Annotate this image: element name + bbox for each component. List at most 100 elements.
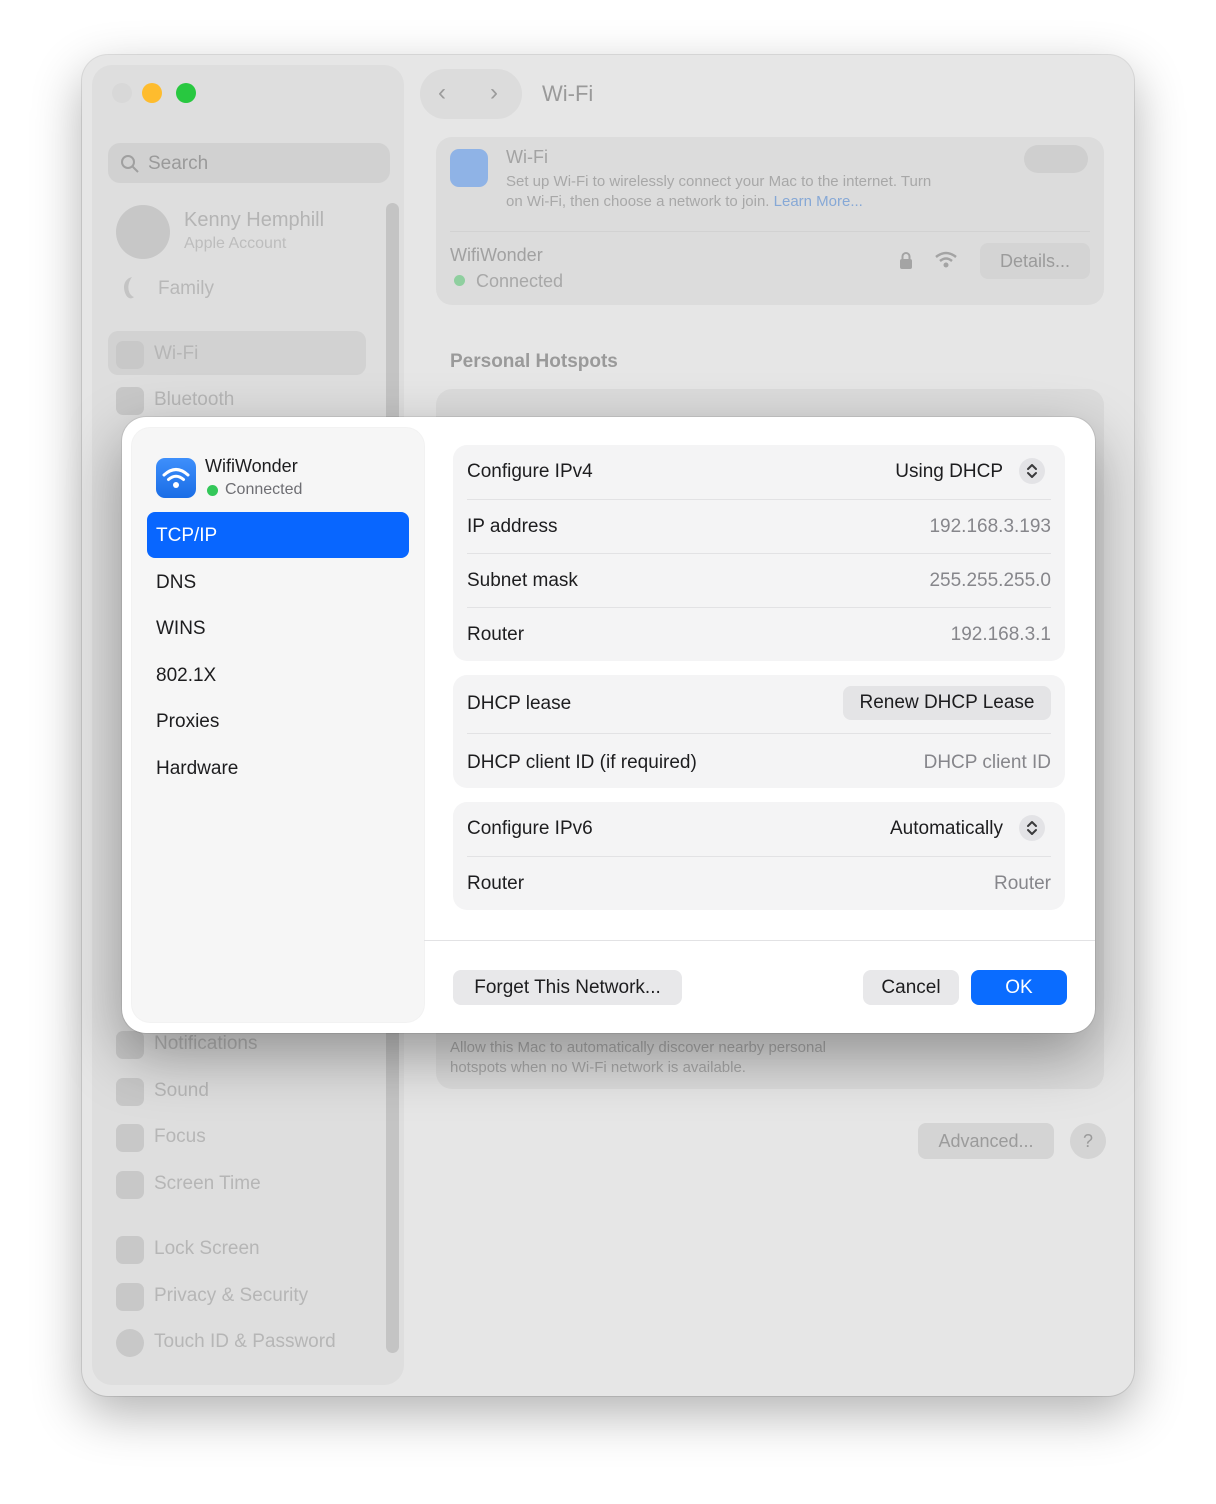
- hand-icon: [116, 1283, 144, 1311]
- speaker-icon: [116, 1078, 144, 1106]
- wifi-description-line2: on Wi-Fi, then choose a network to join.…: [506, 193, 863, 210]
- advanced-button[interactable]: Advanced...: [918, 1123, 1054, 1159]
- ipv6-router-field[interactable]: Router: [994, 873, 1051, 895]
- page-title: Wi-Fi: [542, 81, 594, 106]
- sidebar-item-wifi[interactable]: Wi-Fi: [108, 331, 366, 375]
- forget-network-button[interactable]: Forget This Network...: [453, 970, 682, 1005]
- wifi-toggle[interactable]: [1024, 145, 1088, 173]
- sidebar-item-screen-time[interactable]: Screen Time: [108, 1161, 366, 1205]
- subnet-mask-label: Subnet mask: [467, 570, 578, 591]
- section-title: Personal Hotspots: [450, 351, 618, 372]
- sidebar-item-touch-id[interactable]: Touch ID & Password: [108, 1319, 366, 1363]
- ipv4-group: Configure IPv4 Using DHCP IP address 192…: [453, 445, 1065, 661]
- configure-ipv6-value[interactable]: Automatically: [890, 818, 1003, 840]
- tab-label: TCP/IP: [156, 525, 218, 546]
- status-dot: [454, 275, 465, 286]
- wifi-description-line1: Set up Wi-Fi to wirelessly connect your …: [506, 173, 932, 190]
- configure-ipv6-label: Configure IPv6: [467, 818, 593, 839]
- ip-address-row: IP address 192.168.3.193: [467, 500, 1051, 553]
- sidebar-item-privacy-security[interactable]: Privacy & Security: [108, 1273, 366, 1317]
- dhcp-client-id-field[interactable]: DHCP client ID: [924, 752, 1051, 774]
- avatar[interactable]: [116, 205, 170, 259]
- router-row: Router 192.168.3.1: [467, 608, 1051, 661]
- sidebar-item-bluetooth[interactable]: Bluetooth: [108, 377, 366, 421]
- lock-icon: [116, 1236, 144, 1264]
- dhcp-lease-label: DHCP lease: [467, 693, 572, 714]
- sidebar-item-lock-screen[interactable]: Lock Screen: [108, 1226, 366, 1270]
- network-details-dialog: WifiWonder Connected TCP/IP DNS WINS 802…: [122, 417, 1095, 1033]
- close-window-button[interactable]: [112, 83, 132, 103]
- configure-ipv4-label: Configure IPv4: [467, 461, 593, 482]
- tab-hardware[interactable]: Hardware: [147, 745, 409, 791]
- dhcp-client-id-label: DHCP client ID (if required): [467, 752, 697, 773]
- wifi-description-text: on Wi-Fi, then choose a network to join.: [506, 193, 770, 210]
- ipv6-group: Configure IPv6 Automatically Router Rout…: [453, 802, 1065, 910]
- subnet-mask-value: 255.255.255.0: [929, 570, 1051, 591]
- tab-label: Hardware: [156, 758, 239, 779]
- dhcp-client-id-row[interactable]: DHCP client ID (if required) DHCP client…: [467, 736, 1051, 789]
- sidebar-item-label: Privacy & Security: [154, 1285, 309, 1306]
- subnet-mask-row: Subnet mask 255.255.255.0: [467, 554, 1051, 607]
- sidebar-item-label: Focus: [154, 1126, 206, 1147]
- sidebar-search[interactable]: Search: [108, 143, 390, 183]
- details-button[interactable]: Details...: [980, 243, 1090, 279]
- network-status: Connected: [476, 271, 564, 291]
- ipv6-router-row[interactable]: Router Router: [467, 857, 1051, 910]
- profile-subtitle: Apple Account: [184, 235, 287, 252]
- tab-dns[interactable]: DNS: [147, 559, 409, 605]
- tab-label: Proxies: [156, 711, 220, 732]
- configure-ipv4-row[interactable]: Configure IPv4 Using DHCP: [467, 445, 1051, 498]
- sidebar-item-label: Touch ID & Password: [154, 1331, 336, 1352]
- bluetooth-icon: [116, 387, 144, 415]
- wifi-icon: [450, 149, 488, 187]
- fingerprint-icon: [116, 1329, 144, 1357]
- tab-802-1x[interactable]: 802.1X: [147, 652, 409, 698]
- search-icon: [121, 155, 139, 173]
- sidebar-item-label: Screen Time: [154, 1173, 261, 1194]
- search-placeholder: Search: [148, 153, 209, 174]
- router-value: 192.168.3.1: [950, 624, 1051, 645]
- ip-address-value: 192.168.3.193: [929, 516, 1051, 537]
- status-dot: [207, 485, 218, 496]
- tab-label: 802.1X: [156, 665, 217, 686]
- hourglass-icon: [116, 1171, 144, 1199]
- chevron-updown-icon[interactable]: [1019, 458, 1045, 484]
- wifi-icon: [156, 458, 196, 498]
- minimize-window-button[interactable]: [142, 83, 162, 103]
- tab-label: WINS: [156, 618, 206, 639]
- ipv6-router-label: Router: [467, 873, 525, 894]
- sidebar-item-sound[interactable]: Sound: [108, 1068, 366, 1112]
- wifi-panel: Wi-Fi Set up Wi-Fi to wirelessly connect…: [436, 137, 1104, 305]
- ok-button[interactable]: OK: [971, 970, 1067, 1005]
- zoom-window-button[interactable]: [176, 83, 196, 103]
- cancel-button[interactable]: Cancel: [863, 970, 959, 1005]
- sidebar-item-focus[interactable]: Focus: [108, 1114, 366, 1158]
- dialog-sidebar: WifiWonder Connected TCP/IP DNS WINS 802…: [132, 428, 424, 1022]
- help-button[interactable]: ?: [1070, 1123, 1106, 1159]
- sidebar-item-family[interactable]: Family: [158, 278, 214, 300]
- network-status: Connected: [225, 481, 303, 498]
- configure-ipv4-value[interactable]: Using DHCP: [895, 461, 1003, 483]
- network-name: WifiWonder: [450, 245, 543, 265]
- dhcp-group: DHCP lease Renew DHCP Lease DHCP client …: [453, 675, 1065, 788]
- wifi-title: Wi-Fi: [506, 147, 548, 167]
- navigation-buttons: ‹ ›: [420, 69, 522, 119]
- hotspot-note-line2: hotspots when no Wi-Fi network is availa…: [450, 1059, 746, 1076]
- chevron-updown-icon[interactable]: [1019, 815, 1045, 841]
- learn-more-link[interactable]: Learn More...: [774, 193, 863, 210]
- ip-address-label: IP address: [467, 516, 558, 537]
- forward-button[interactable]: ›: [490, 79, 498, 107]
- tab-wins[interactable]: WINS: [147, 605, 409, 651]
- router-label: Router: [467, 624, 525, 645]
- configure-ipv6-row[interactable]: Configure IPv6 Automatically: [467, 802, 1051, 855]
- renew-dhcp-lease-button[interactable]: Renew DHCP Lease: [843, 686, 1051, 720]
- footer-divider: [424, 940, 1095, 941]
- divider: [467, 733, 1051, 734]
- back-button[interactable]: ‹: [438, 79, 446, 107]
- moon-icon: [116, 1124, 144, 1152]
- tab-tcp-ip[interactable]: TCP/IP: [147, 512, 409, 558]
- tab-proxies[interactable]: Proxies: [147, 698, 409, 744]
- sidebar-item-label: Lock Screen: [154, 1238, 260, 1259]
- profile-name[interactable]: Kenny Hemphill: [184, 209, 324, 232]
- divider: [450, 231, 1090, 232]
